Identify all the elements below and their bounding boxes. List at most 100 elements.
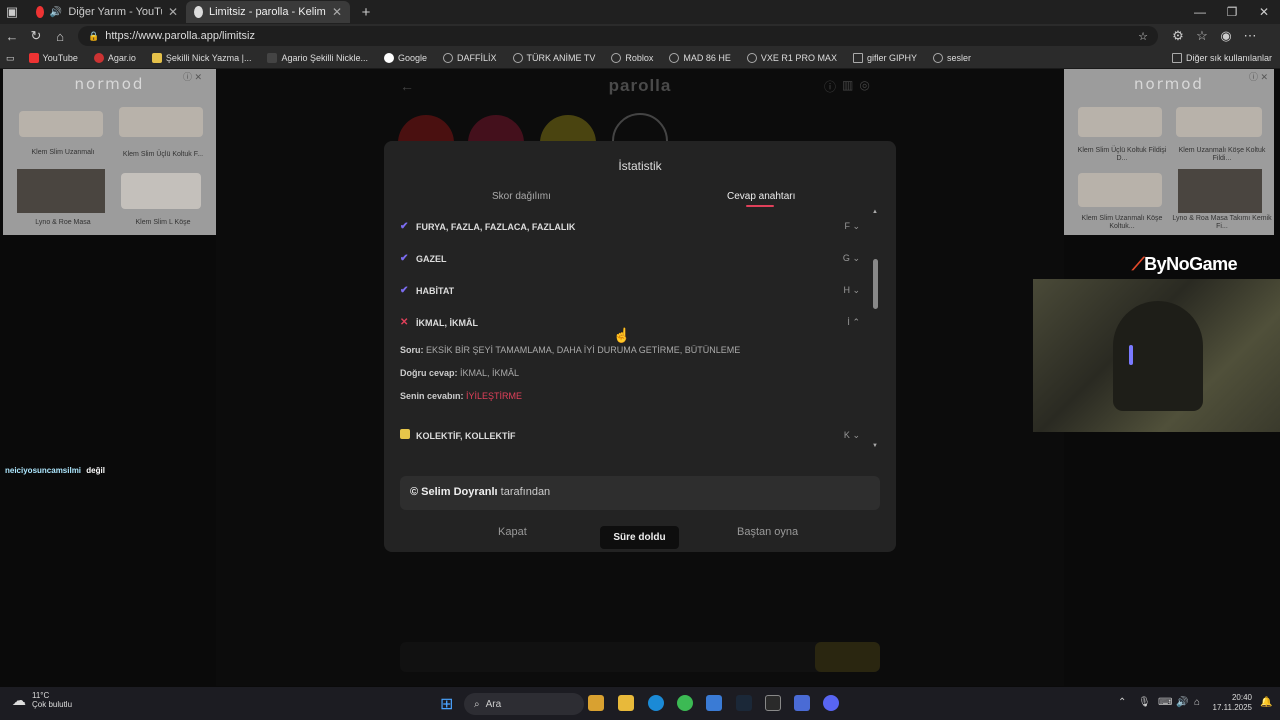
bookmark-giphy[interactable]: gifler GIPHY: [845, 53, 925, 63]
weather-widget[interactable]: ☁ 11°C Çok bulutlu: [12, 691, 72, 709]
bookmark-youtube[interactable]: YouTube: [21, 53, 86, 63]
close-window-icon[interactable]: ✕: [1248, 0, 1280, 24]
tab-score-distribution[interactable]: Skor dağılımı: [492, 191, 551, 202]
store-icon[interactable]: [706, 695, 722, 711]
windows-start-icon[interactable]: ⊞: [440, 694, 453, 714]
time-up-button[interactable]: Süre doldu: [600, 526, 679, 549]
sofa-image: [119, 107, 203, 137]
answer-row[interactable]: ✔ GAZEL G ⌄: [400, 253, 860, 264]
profile-icon[interactable]: ◉: [1214, 28, 1238, 44]
clock[interactable]: 20:40 17.11.2025: [1213, 693, 1252, 713]
menu-icon[interactable]: ⋯: [1238, 28, 1262, 44]
tab-title: Limitsiz - parolla - Kelime oyunu: [209, 6, 326, 18]
user-icon[interactable]: ◎: [859, 78, 869, 95]
bookmarks-bar: ▭ YouTube Agar.io Şekilli Nick Yazma |..…: [0, 48, 1280, 69]
left-ad[interactable]: normod ⓘ ✕ Klem Slim Uzanmalı Klem Slim …: [3, 69, 216, 235]
bookmark-sekilli-nick[interactable]: Şekilli Nick Yazma |...: [144, 53, 260, 63]
tab-answer-key[interactable]: Cevap anahtarı: [727, 191, 795, 202]
chevron-down-icon[interactable]: ⌄: [852, 221, 860, 231]
bookmark-agario[interactable]: Agar.io: [86, 53, 144, 63]
scroll-down-icon[interactable]: ▼: [872, 443, 878, 449]
tab-actions-icon[interactable]: ▣: [0, 4, 24, 20]
discord-icon[interactable]: [823, 695, 839, 711]
file-explorer-icon[interactable]: [618, 695, 634, 711]
new-tab-icon[interactable]: +: [354, 4, 378, 21]
extensions-icon[interactable]: ⚙: [1166, 28, 1190, 44]
sofa-image: [1176, 107, 1262, 137]
check-icon: ✔: [400, 221, 409, 232]
bookmark-turk-anime[interactable]: TÜRK ANİME TV: [505, 53, 604, 63]
bookmark-daffilix[interactable]: DAFFİLİX: [435, 53, 505, 63]
chevron-up-icon[interactable]: ⌃: [852, 317, 860, 327]
check-icon: ✔: [400, 285, 409, 296]
language-icon[interactable]: ⌨: [1158, 697, 1172, 708]
bookmark-label: DAFFİLİX: [457, 53, 497, 63]
steam-icon[interactable]: [736, 695, 752, 711]
volume-icon[interactable]: 🔊: [1176, 697, 1188, 708]
chrome-icon[interactable]: [677, 695, 693, 711]
favorite-star-icon[interactable]: ☆: [1138, 30, 1148, 43]
bookmark-sesler[interactable]: sesler: [925, 53, 979, 63]
home-icon[interactable]: ⌂: [48, 29, 72, 44]
ad-close-icon[interactable]: ⓘ ✕: [1249, 70, 1268, 83]
taskbar: ☁ 11°C Çok bulutlu ⊞ ⌕ Ara ⌃ 🎙 ⌨ 🔊 ⌂ 20:…: [0, 687, 1280, 720]
globe-icon: [443, 53, 454, 63]
edge-icon[interactable]: [648, 695, 664, 711]
letter-text: İ: [847, 317, 850, 327]
tab-youtube-music[interactable]: 🔊 Diğer Yarım - YouTube Music ✕: [28, 1, 186, 23]
close-button[interactable]: Kapat: [498, 526, 527, 538]
answer-input-bg: [400, 642, 880, 672]
pass-icon: [400, 429, 416, 442]
row-letter: İ ⌃: [847, 317, 860, 328]
search-placeholder: Ara: [485, 698, 502, 710]
maximize-icon[interactable]: ❐: [1216, 0, 1248, 24]
bookmark-roblox[interactable]: Roblox: [603, 53, 661, 63]
bookmark-manager-icon[interactable]: ▭: [0, 53, 21, 64]
restart-button[interactable]: Baştan oyna: [737, 526, 798, 538]
game-app-icon[interactable]: [588, 695, 604, 711]
chevron-down-icon[interactable]: ⌄: [852, 253, 860, 263]
question-label: Soru:: [400, 345, 424, 355]
mic-icon[interactable]: 🎙: [1138, 697, 1151, 708]
minimize-icon[interactable]: —: [1184, 0, 1216, 24]
date-text: 17.11.2025: [1212, 703, 1252, 712]
taskbar-search[interactable]: ⌕ Ara: [464, 693, 584, 715]
webcam-feed: [1033, 279, 1280, 432]
bookmark-google[interactable]: Google: [376, 53, 435, 63]
url-field[interactable]: 🔒 https://www.parolla.app/limitsiz ☆: [78, 26, 1158, 46]
scrollbar-thumb[interactable]: [873, 259, 878, 309]
globe-icon: [512, 53, 523, 63]
globe-icon: [746, 53, 757, 63]
close-tab-icon[interactable]: ✕: [168, 5, 178, 19]
epic-games-icon[interactable]: [765, 695, 781, 711]
game-back-icon[interactable]: ←: [400, 78, 414, 94]
scroll-up-icon[interactable]: ▲: [872, 209, 878, 215]
info-icon[interactable]: ⓘ: [824, 78, 836, 95]
right-ad[interactable]: normod ⓘ ✕ Klem Slim Üçlü Koltuk Fildişi…: [1064, 69, 1274, 235]
tab-parolla[interactable]: Limitsiz - parolla - Kelime oyunu ✕: [186, 1, 350, 23]
back-icon[interactable]: ←: [0, 29, 24, 44]
ad-item-label: Lyno & Roa Masa Takımı Kemik Fi...: [1172, 215, 1272, 230]
active-tab-indicator: [746, 205, 774, 207]
reload-icon[interactable]: ↻: [24, 28, 48, 44]
bookmark-other-folder[interactable]: Diğer sık kullanılanlar: [1164, 53, 1280, 63]
favorites-icon[interactable]: ☆: [1190, 28, 1214, 44]
letter-text: F: [844, 221, 850, 231]
ad-close-icon[interactable]: ⓘ ✕: [183, 70, 202, 83]
chevron-up-icon[interactable]: ⌃: [1118, 697, 1126, 708]
bookmark-vxe[interactable]: VXE R1 PRO MAX: [739, 53, 845, 63]
answer-row[interactable]: ✔ HABİTAT H ⌄: [400, 285, 860, 296]
answer-row[interactable]: KOLEKTİF, KOLLEKTİF K ⌄: [400, 429, 860, 442]
close-tab-icon[interactable]: ✕: [332, 5, 342, 19]
stats-icon[interactable]: ▥: [842, 78, 853, 95]
bookmark-mad86[interactable]: MAD 86 HE: [661, 53, 739, 63]
bookmark-agario-nick[interactable]: Agario Şekilli Nickle...: [259, 53, 376, 63]
app-icon[interactable]: [794, 695, 810, 711]
notification-icon[interactable]: 🔔: [1260, 697, 1272, 708]
parolla-icon: [194, 6, 203, 18]
chevron-down-icon[interactable]: ⌄: [852, 430, 860, 440]
chevron-down-icon[interactable]: ⌄: [852, 285, 860, 295]
bookmark-label: Şekilli Nick Yazma |...: [165, 53, 252, 63]
answer-row[interactable]: ✔ FURYA, FAZLA, FAZLACA, FAZLALIK F ⌄: [400, 221, 860, 232]
network-icon[interactable]: ⌂: [1194, 697, 1200, 708]
